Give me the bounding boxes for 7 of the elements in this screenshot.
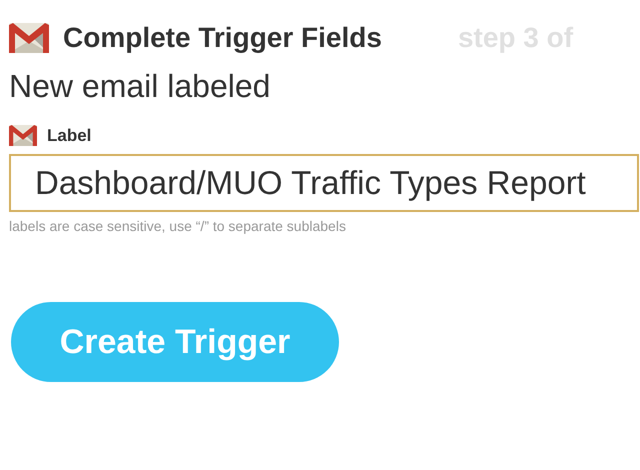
mail-icon [9, 23, 49, 53]
page-title: Complete Trigger Fields [63, 22, 382, 54]
trigger-name: New email labeled [9, 68, 272, 105]
mail-icon [9, 125, 37, 146]
label-input-field[interactable]: Dashboard/MUO Traffic Types Report [9, 154, 639, 212]
field-label: Label [47, 126, 92, 146]
hint-text: labels are case sensitive, use “/” to separate sublabels [9, 218, 347, 234]
